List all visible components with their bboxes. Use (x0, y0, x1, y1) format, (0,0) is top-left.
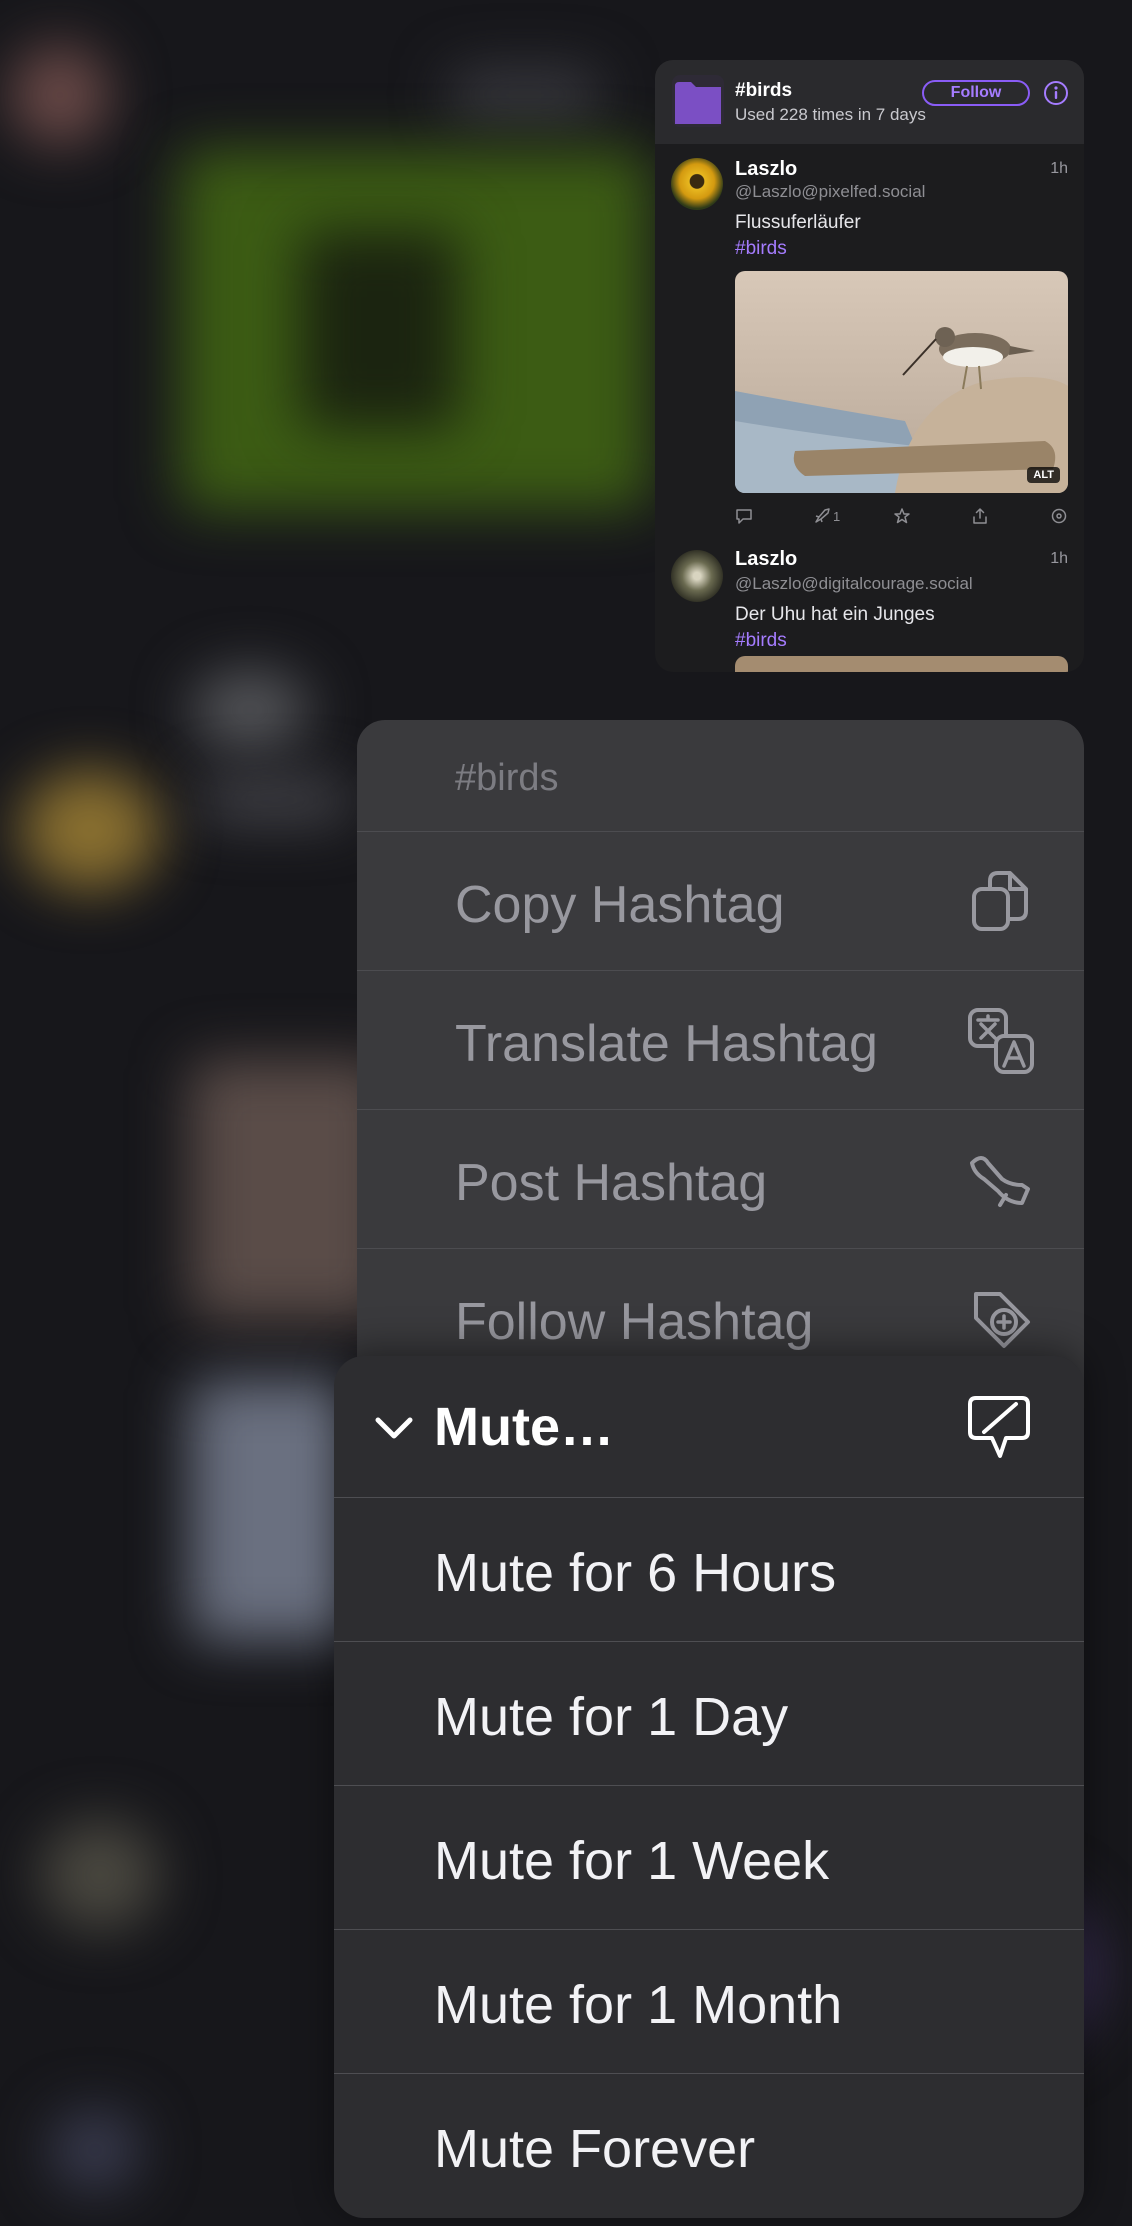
avatar[interactable] (671, 550, 723, 602)
menu-header: #birds (357, 720, 1084, 832)
mute-bubble-icon (968, 1396, 1030, 1458)
post-image[interactable] (735, 656, 1068, 672)
boost-count: 1 (833, 508, 841, 524)
post-actions: 1 (735, 504, 1068, 528)
mute-1-month-option[interactable]: Mute for 1 Month (334, 1930, 1084, 2074)
mute-option-label: Mute for 1 Week (434, 1831, 830, 1891)
post-text: Der Uhu hat ein Junges (735, 604, 935, 625)
boost-button[interactable]: 1 (813, 504, 840, 528)
mute-submenu-title: Mute… (434, 1397, 614, 1457)
post-item[interactable]: Laszlo 1h @Laszlo@digitalcourage.social … (655, 536, 1084, 672)
menu-title: #birds (455, 757, 559, 799)
bird-photo (735, 271, 1068, 493)
mute-submenu-header[interactable]: Mute… (334, 1356, 1084, 1498)
mute-6-hours-option[interactable]: Mute for 6 Hours (334, 1498, 1084, 1642)
hashtag-context-menu: #birds Copy Hashtag Translate Hashtag Po… (357, 720, 1084, 1420)
reply-icon[interactable] (735, 504, 753, 528)
post-hashtag-link[interactable]: #birds (735, 238, 787, 260)
favorite-icon[interactable] (893, 504, 911, 528)
translate-icon (968, 1008, 1034, 1074)
hashtag-usage: Used 228 times in 7 days (735, 105, 926, 124)
hashtag-folder-icon (672, 75, 724, 127)
post-image[interactable]: ALT (735, 271, 1068, 493)
post-author[interactable]: Laszlo (735, 548, 797, 571)
mute-option-label: Mute for 6 Hours (434, 1543, 837, 1603)
post-author[interactable]: Laszlo (735, 158, 797, 181)
post-handle[interactable]: @Laszlo@digitalcourage.social (735, 574, 973, 594)
mute-forever-option[interactable]: Mute Forever (334, 2074, 1084, 2218)
copy-icon (972, 871, 1028, 931)
mute-1-week-option[interactable]: Mute for 1 Week (334, 1786, 1084, 1930)
post-text: Flussuferläufer (735, 212, 861, 233)
chevron-down-icon (375, 1417, 413, 1439)
post-hashtag-link[interactable]: #birds (735, 630, 787, 652)
translate-hashtag-item[interactable]: Translate Hashtag (357, 971, 1084, 1110)
copy-hashtag-item[interactable]: Copy Hashtag (357, 832, 1084, 971)
info-icon[interactable] (1043, 80, 1069, 106)
rocket-icon (815, 508, 830, 523)
alt-badge[interactable]: ALT (1027, 467, 1060, 483)
menu-item-label: Follow Hashtag (455, 1293, 814, 1351)
mute-submenu: Mute… Mute for 6 Hours Mute for 1 Day Mu… (334, 1356, 1084, 2218)
follow-button[interactable]: Follow (922, 80, 1030, 106)
mute-option-label: Mute for 1 Month (434, 1975, 843, 2035)
post-handle[interactable]: @Laszlo@pixelfed.social (735, 182, 925, 202)
tag-plus-icon (974, 1292, 1030, 1348)
megaphone-icon (970, 1156, 1030, 1207)
mute-1-day-option[interactable]: Mute for 1 Day (334, 1642, 1084, 1786)
menu-item-label: Post Hashtag (455, 1154, 768, 1212)
share-icon[interactable] (971, 504, 989, 528)
hashtag-title: #birds (735, 80, 793, 101)
menu-item-label: Copy Hashtag (455, 876, 785, 934)
menu-item-label: Translate Hashtag (455, 1015, 878, 1073)
avatar[interactable] (671, 158, 723, 210)
more-icon[interactable] (1050, 504, 1068, 528)
post-item[interactable]: Laszlo 1h @Laszlo@pixelfed.social Flussu… (655, 144, 1084, 544)
hashtag-preview-card: #birds Used 228 times in 7 days Follow L… (655, 60, 1084, 672)
post-hashtag-item[interactable]: Post Hashtag (357, 1110, 1084, 1249)
post-time: 1h (1050, 160, 1068, 177)
hashtag-header: #birds Used 228 times in 7 days Follow (655, 60, 1084, 144)
mute-option-label: Mute Forever (434, 2119, 756, 2179)
mute-option-label: Mute for 1 Day (434, 1687, 789, 1747)
post-time: 1h (1050, 550, 1068, 567)
